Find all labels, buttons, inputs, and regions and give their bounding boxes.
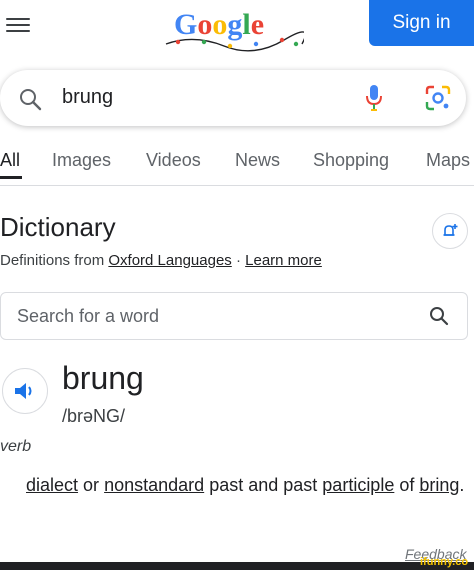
definition-word-of: of <box>399 475 415 495</box>
search-tabs: All Images Videos News Shopping Maps <box>0 146 474 186</box>
bell-plus-icon <box>443 224 458 236</box>
microphone-icon[interactable] <box>362 82 386 119</box>
search-icon[interactable] <box>429 306 449 331</box>
bottom-bar <box>0 562 474 570</box>
word-search-placeholder[interactable]: Search for a word <box>17 306 159 327</box>
speaker-icon <box>15 383 32 399</box>
part-of-speech: verb <box>0 438 32 455</box>
definition-link-participle[interactable]: participle <box>322 475 394 495</box>
definitions-from-label: Definitions from <box>0 252 105 269</box>
tab-shopping[interactable]: Shopping <box>313 150 389 171</box>
tab-news[interactable]: News <box>235 150 280 171</box>
oxford-languages-link[interactable]: Oxford Languages <box>108 252 231 269</box>
logo-letter: g <box>227 8 242 41</box>
tab-images[interactable]: Images <box>52 150 111 171</box>
headword: brung <box>62 360 144 396</box>
dictionary-title: Dictionary <box>0 212 116 242</box>
svg-text:Google: Google <box>174 8 264 41</box>
definition-text: dialect or nonstandard past and past par… <box>26 472 466 498</box>
tab-videos[interactable]: Videos <box>146 150 201 171</box>
definition-link-bring[interactable]: bring <box>419 475 459 495</box>
definition-link-dialect[interactable]: dialect <box>26 475 78 495</box>
search-icon[interactable] <box>18 87 42 116</box>
active-tab-indicator <box>0 176 22 179</box>
separator-dot: · <box>235 252 241 269</box>
logo-letter: o <box>197 8 212 41</box>
search-bar[interactable]: brung <box>0 70 466 126</box>
logo-letter: l <box>242 8 250 41</box>
ifunny-watermark: ifunny.co <box>420 556 469 568</box>
pronunciation: /brəNG/ <box>62 406 126 426</box>
google-lens-icon[interactable] <box>424 84 452 117</box>
tabs-divider <box>0 185 474 186</box>
menu-icon[interactable] <box>6 14 30 34</box>
definitions-source: Definitions from Oxford Languages · Lear… <box>0 252 322 269</box>
logo-letter: o <box>212 8 227 41</box>
sign-in-button[interactable]: Sign in <box>369 0 474 46</box>
definition-word-or: or <box>83 475 100 495</box>
search-query[interactable]: brung <box>62 86 113 109</box>
google-doodle-logo[interactable]: Google <box>164 4 307 56</box>
add-alert-button[interactable] <box>432 213 468 249</box>
tab-maps[interactable]: Maps <box>426 150 470 171</box>
learn-more-link[interactable]: Learn more <box>245 252 322 269</box>
definition-middle: past and past <box>209 475 318 495</box>
definition-link-nonstandard[interactable]: nonstandard <box>104 475 204 495</box>
logo-letter: G <box>174 8 197 41</box>
pronunciation-speaker-button[interactable] <box>2 368 48 414</box>
tab-all[interactable]: All <box>0 150 20 171</box>
word-search-input[interactable]: Search for a word <box>0 292 468 340</box>
logo-letter: e <box>251 8 264 41</box>
definition-end: . <box>459 475 465 495</box>
